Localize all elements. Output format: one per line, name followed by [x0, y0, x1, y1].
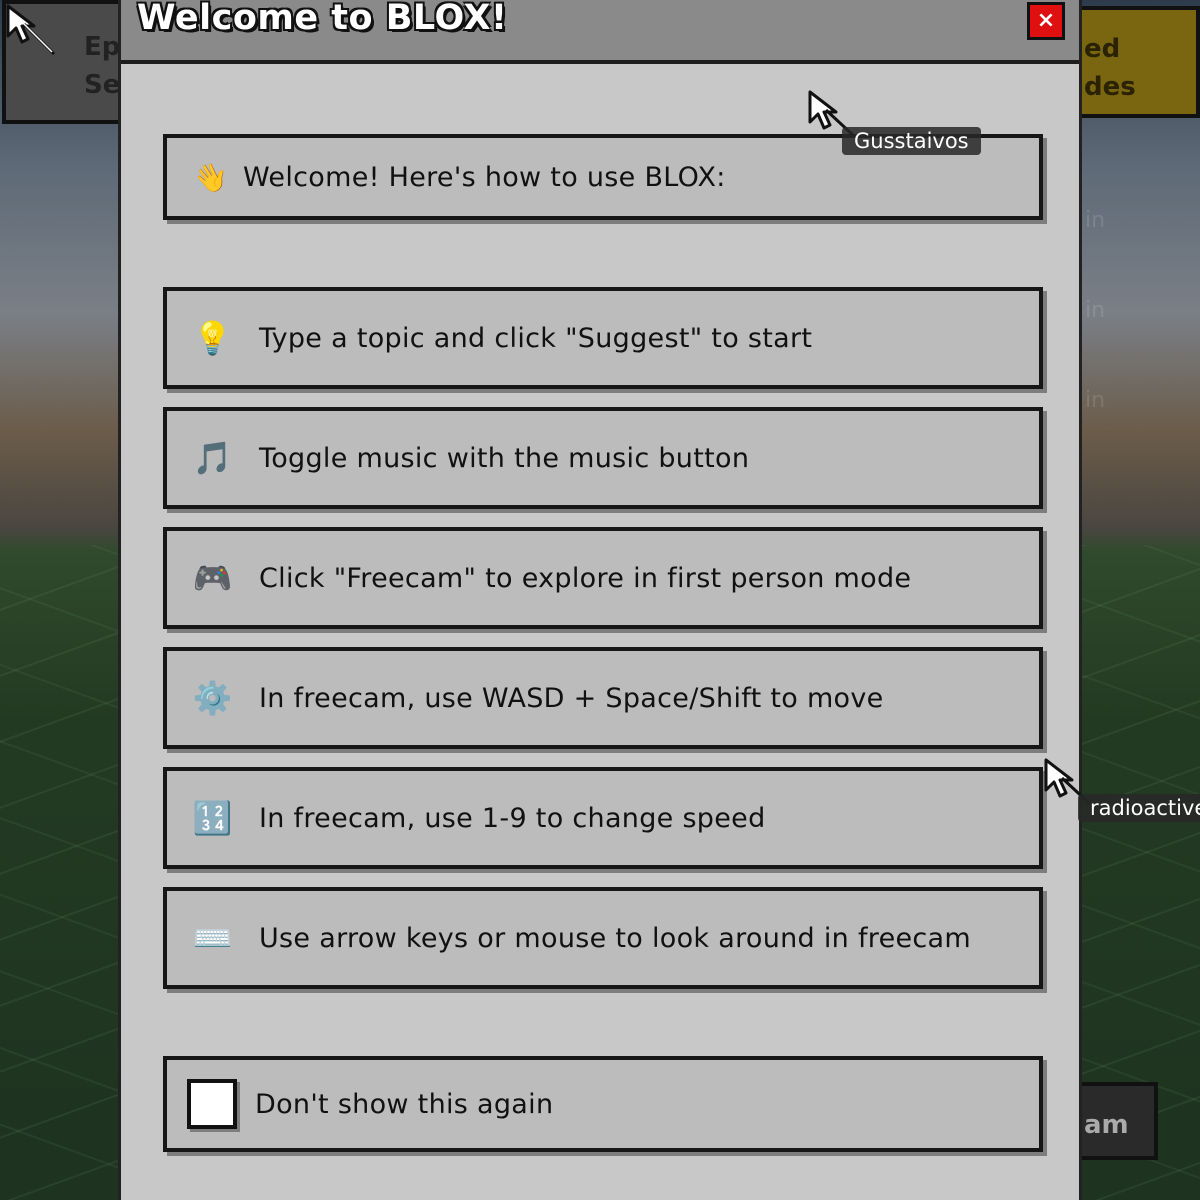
instruction-item: ⌨️ Use arrow keys or mouse to look aroun… [163, 887, 1043, 989]
gear-icon: ⚙️ [192, 679, 234, 717]
waving-hand-icon: 👋 [193, 160, 229, 194]
remote-cursor-name: Gusstaivos [842, 127, 981, 155]
instruction-text: In freecam, use WASD + Space/Shift to mo… [259, 682, 884, 714]
music-note-icon: 🎵 [192, 439, 234, 477]
background-cam-label: am [1084, 1110, 1129, 1140]
instruction-text: Toggle music with the music button [259, 442, 750, 474]
instruction-item: ⚙️ In freecam, use WASD + Space/Shift to… [163, 647, 1043, 749]
background-faint-label: in [1085, 298, 1106, 323]
background-faint-label: in [1085, 388, 1106, 413]
close-button[interactable]: × [1027, 2, 1065, 40]
modal-title: Welcome to BLOX! [137, 0, 508, 38]
instruction-item: 🎵 Toggle music with the music button [163, 407, 1043, 509]
mouse-cursor-icon [6, 4, 56, 56]
background-left-label: Ep Se [84, 32, 121, 100]
lightbulb-icon: 💡 [192, 319, 234, 357]
keyboard-icon: ⌨️ [192, 919, 234, 957]
modal-header: Welcome to BLOX! × [121, 0, 1079, 64]
instruction-item: 💡 Type a topic and click "Suggest" to st… [163, 287, 1043, 389]
dont-show-again-checkbox[interactable] [187, 1079, 237, 1129]
instruction-text: Type a topic and click "Suggest" to star… [259, 322, 813, 354]
dont-show-again-row[interactable]: Don't show this again [163, 1056, 1043, 1152]
welcome-modal: Welcome to BLOX! × 👋 Welcome! Here's how… [118, 0, 1082, 1200]
instruction-item: 🔢 In freecam, use 1-9 to change speed [163, 767, 1043, 869]
numbers-icon: 🔢 [192, 799, 234, 837]
instruction-text: Use arrow keys or mouse to look around i… [259, 922, 971, 954]
instruction-item: 🎮 Click "Freecam" to explore in first pe… [163, 527, 1043, 629]
background-right-label: ed des [1084, 34, 1136, 102]
background-faint-label: in [1085, 208, 1106, 233]
instruction-text: Click "Freecam" to explore in first pers… [259, 562, 912, 594]
welcome-text: Welcome! Here's how to use BLOX: [243, 161, 726, 193]
instruction-text: In freecam, use 1-9 to change speed [259, 802, 766, 834]
dont-show-again-label[interactable]: Don't show this again [255, 1089, 553, 1120]
remote-cursor-name: radioactive [1078, 794, 1200, 822]
gamepad-icon: 🎮 [192, 559, 234, 597]
